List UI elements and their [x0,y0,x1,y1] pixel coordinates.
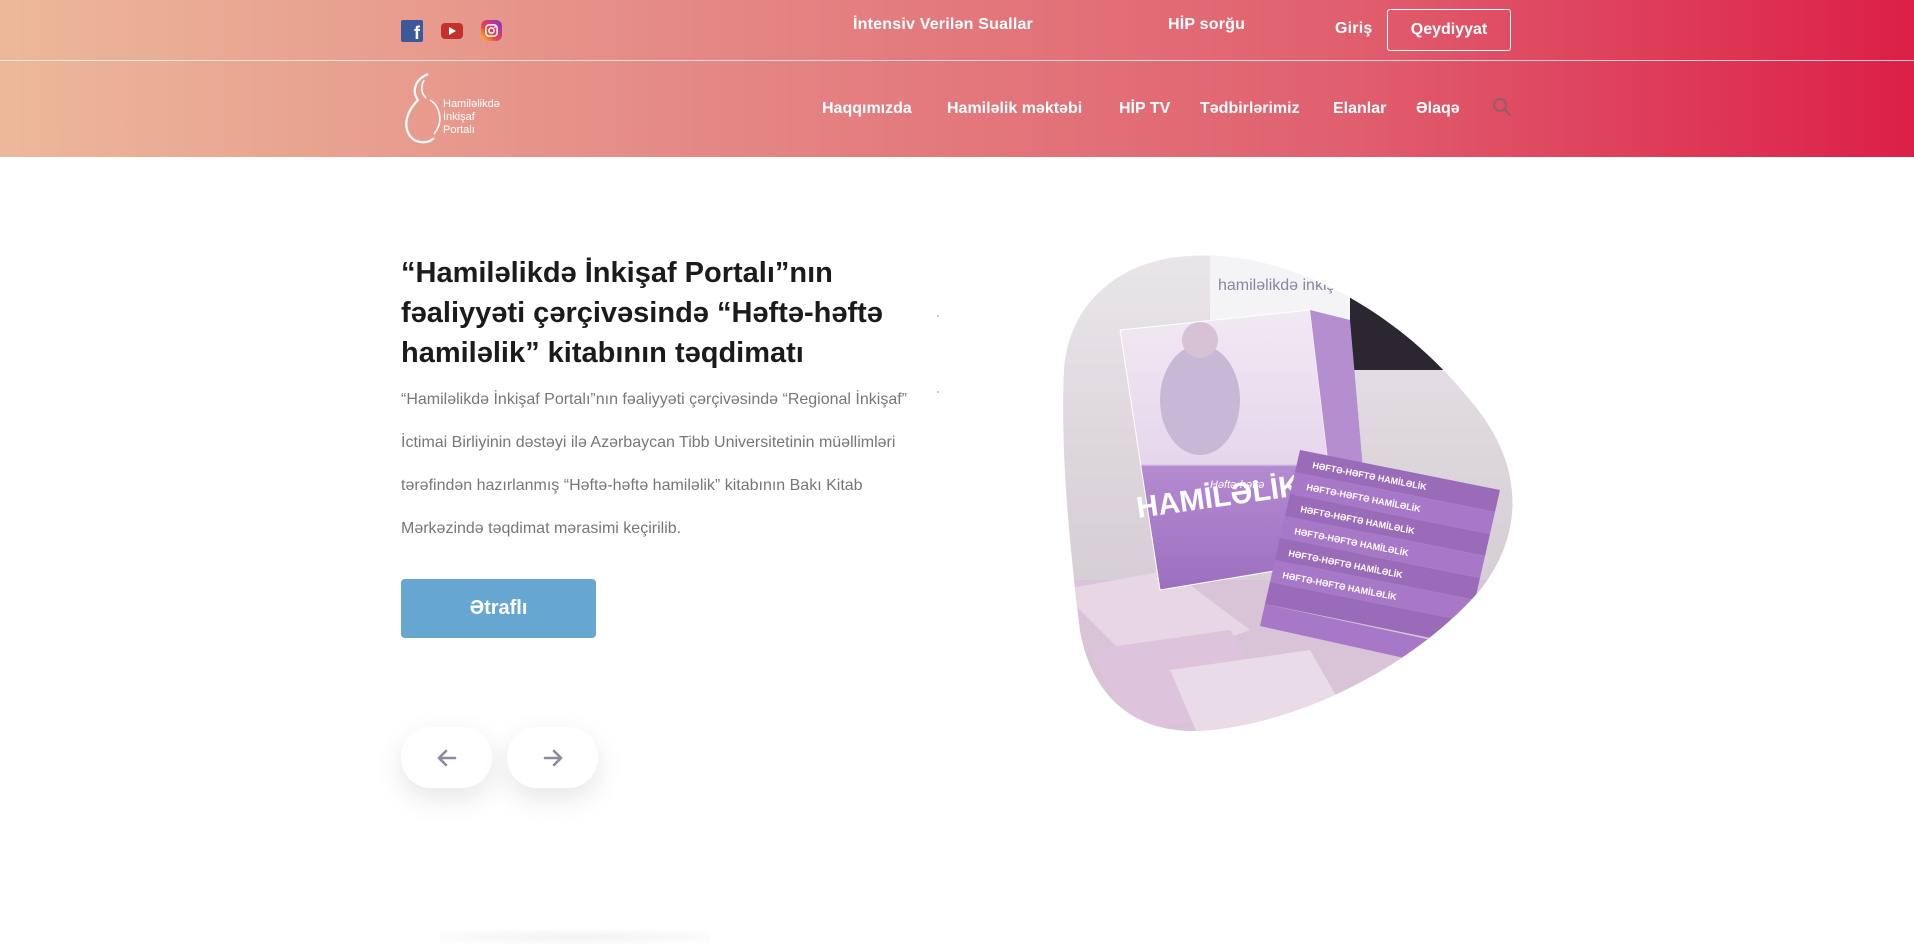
arrow-left-icon [437,749,456,766]
next-slide-peek [937,307,941,397]
nav-item-pregnancy-school[interactable]: Hamiləlik məktəbi [947,100,1082,118]
slide-image: hamiləlikdə inkişaf Həftə-həftə HAMİLƏLİ… [1063,255,1513,731]
prev-slide-button[interactable] [401,727,492,788]
top-bar: f İntensiv Verilən Suallar HİP sorğu Gir… [0,0,1914,61]
register-button[interactable]: Qeydiyyat [1387,9,1511,51]
nav-item-events[interactable]: Tədbirlərimiz [1200,100,1300,118]
more-button[interactable]: Ətraflı [401,579,596,638]
main-nav: Hamiləlikdə İnkişaf Portalı Haqqımızda H… [0,62,1914,157]
site-header: f İntensiv Verilən Suallar HİP sorğu Gir… [0,0,1914,157]
search-icon[interactable] [1492,97,1512,117]
nav-item-contact[interactable]: Əlaqə [1416,100,1460,118]
hip-survey-link[interactable]: HİP sorğu [1168,16,1245,34]
logo-text: Hamiləlikdə İnkişaf Portalı [443,98,500,136]
login-link[interactable]: Giriş [1335,20,1372,38]
camera-icon [485,24,498,37]
section-shadow [440,930,710,944]
slide-description: “Hamiləlikdə İnkişaf Portalı”nın fəaliyy… [401,391,907,537]
slide-title: “Hamiləlikdə İnkişaf Portalı”nın fəaliyy… [401,257,883,369]
next-slide-button[interactable] [507,727,598,788]
banner-text: hamiləlikdə inkişaf [1218,277,1348,294]
youtube-icon[interactable] [441,23,463,39]
instagram-icon[interactable] [481,20,502,41]
nav-item-announcements[interactable]: Elanlar [1333,100,1386,118]
nav-item-hip-tv[interactable]: HİP TV [1119,100,1170,118]
play-icon [449,27,456,35]
nav-item-about[interactable]: Haqqımızda [822,100,912,118]
faq-link[interactable]: İntensiv Verilən Suallar [853,16,1033,34]
arrow-right-icon [543,749,562,766]
site-logo[interactable]: Hamiləlikdə İnkişaf Portalı [400,70,515,150]
facebook-icon[interactable]: f [401,20,423,43]
